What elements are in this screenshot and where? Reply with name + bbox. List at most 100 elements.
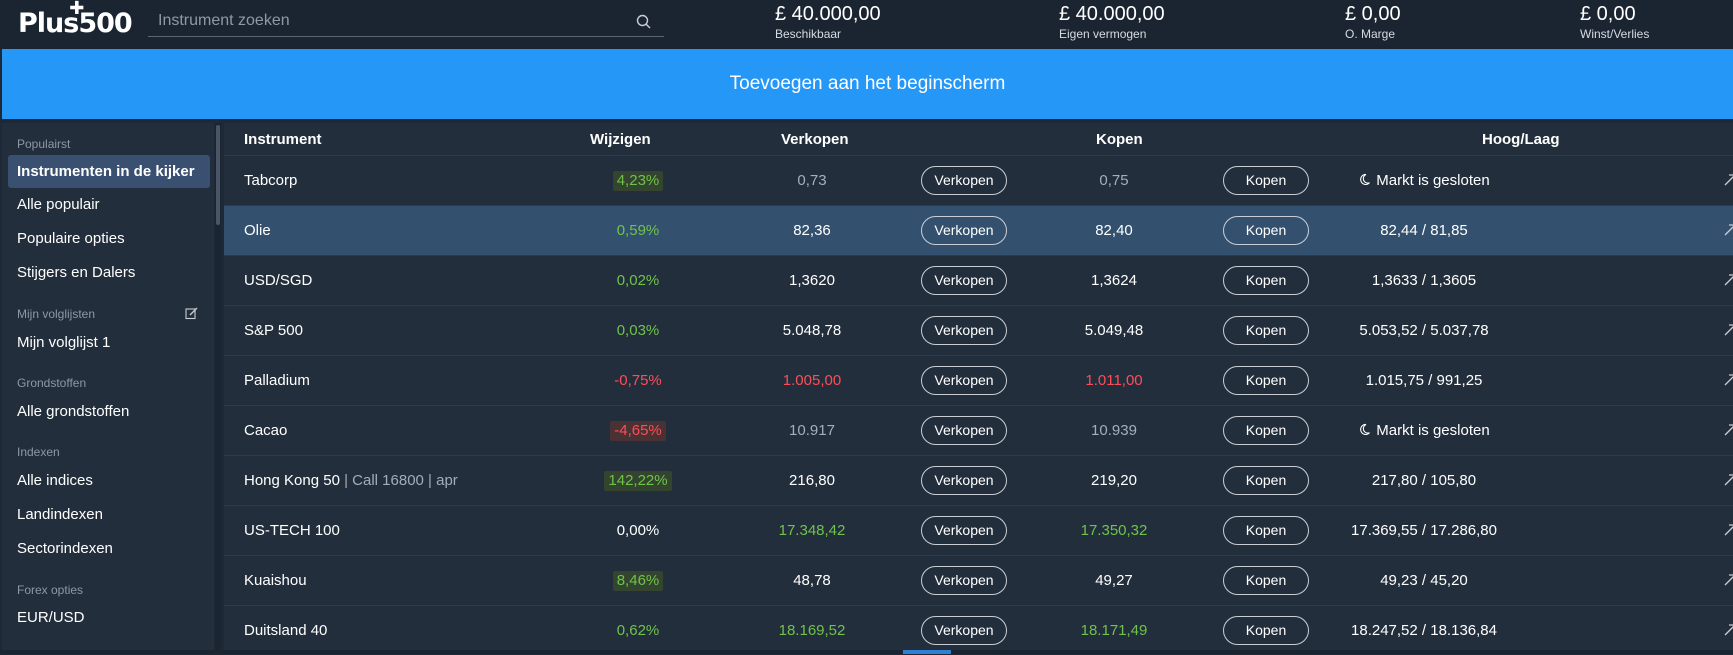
sell-button[interactable]: Verkopen — [921, 266, 1007, 295]
high-low-value: 5.053,52 / 5.037,78 — [1359, 322, 1489, 339]
add-to-homescreen-banner[interactable]: Toevoegen aan het beginscherm — [2, 49, 1733, 119]
table-row[interactable]: Cacao -4,65% 10.917 Verkopen 10.939 Kopen Mark… — [224, 405, 1733, 455]
high-low: 1,3633 / 1,3605 — [1274, 256, 1574, 305]
instrument-name-text: Kuaishou — [244, 572, 307, 589]
expand-arrow-icon[interactable] — [1724, 274, 1733, 286]
instrument-name-text: US-TECH 100 — [244, 522, 340, 539]
instrument-name[interactable]: US-TECH 100 — [244, 506, 340, 555]
sell-price: 5.048,78 — [782, 322, 842, 339]
instrument-name[interactable]: Palladium — [244, 356, 310, 405]
edit-watchlist-icon[interactable] — [185, 307, 198, 320]
high-low: 17.369,55 / 17.286,80 — [1274, 506, 1574, 555]
change-text: 0,62% — [616, 622, 660, 639]
instrument-name[interactable]: S&P 500 — [244, 306, 303, 355]
table-row[interactable]: S&P 500 0,03% 5.048,78 Verkopen 5.049,48 Kope… — [224, 305, 1733, 355]
expand-arrow-icon[interactable] — [1724, 624, 1733, 636]
column-high-low[interactable]: Hoog/Laag — [1482, 131, 1560, 148]
column-sell[interactable]: Verkopen — [781, 131, 849, 148]
buy-price: 0,75 — [1099, 172, 1129, 189]
expand-arrow-icon[interactable] — [1724, 324, 1733, 336]
sidebar-item-all-popular[interactable]: Alle populair — [17, 196, 100, 213]
sell-button[interactable]: Verkopen — [921, 466, 1007, 495]
moon-icon — [1360, 173, 1371, 185]
stat-available: £ 40.000,00 Beschikbaar — [775, 3, 881, 41]
table-row[interactable]: Tabcorp 4,23% 0,73 Verkopen 0,75 Kopen Markt i… — [224, 155, 1733, 205]
change-value: 0,62% — [590, 606, 686, 655]
expand-arrow-icon[interactable] — [1724, 574, 1733, 586]
column-change[interactable]: Wijzigen — [590, 131, 651, 148]
instrument-name[interactable]: Olie — [244, 206, 271, 255]
sell-button[interactable]: Verkopen — [921, 216, 1007, 245]
stat-profit-loss: £ 0,00 Winst/Verlies — [1580, 3, 1649, 41]
high-low: 1.015,75 / 991,25 — [1274, 356, 1574, 405]
sidebar-item-sector-indices[interactable]: Sectorindexen — [17, 540, 113, 557]
sidebar-item-country-indices[interactable]: Landindexen — [17, 506, 103, 523]
instrument-name[interactable]: Cacao — [244, 406, 287, 455]
sell-button[interactable]: Verkopen — [921, 416, 1007, 445]
sell-price: 10.917 — [789, 422, 835, 439]
market-closed-text: Markt is gesloten — [1376, 422, 1490, 439]
change-text: -4,65% — [610, 421, 666, 441]
instrument-name[interactable]: USD/SGD — [244, 256, 312, 305]
expand-arrow-icon[interactable] — [1724, 524, 1733, 536]
sidebar-item-popular-options[interactable]: Populaire opties — [17, 230, 125, 247]
table-row[interactable]: USD/SGD 0,02% 1,3620 Verkopen 1,3624 Kopen 1,3… — [224, 255, 1733, 305]
change-value: 0,59% — [590, 206, 686, 255]
sell-button[interactable]: Verkopen — [921, 566, 1007, 595]
sell-price: 82,36 — [793, 222, 831, 239]
bottom-scrollbar[interactable] — [0, 650, 1733, 654]
expand-arrow-icon[interactable] — [1724, 474, 1733, 486]
high-low-value: 1.015,75 / 991,25 — [1365, 372, 1483, 389]
sell-button[interactable]: Verkopen — [921, 516, 1007, 545]
high-low: Markt is gesloten — [1274, 156, 1574, 205]
high-low-value: 17.369,55 / 17.286,80 — [1351, 522, 1497, 539]
table-row[interactable]: Duitsland 40 0,62% 18.169,52 Verkopen 18.171… — [224, 605, 1733, 655]
search-icon[interactable] — [634, 12, 654, 32]
table-row[interactable]: Palladium -0,75% 1.005,00 Verkopen 1.011,00 K… — [224, 355, 1733, 405]
sidebar-item-risers-fallers[interactable]: Stijgers en Dalers — [17, 264, 135, 281]
stat-margin: £ 0,00 O. Marge — [1345, 3, 1401, 41]
sell-button[interactable]: Verkopen — [921, 366, 1007, 395]
sidebar-item-eur-usd[interactable]: EUR/USD — [17, 609, 85, 626]
sidebar-item-all-commodities[interactable]: Alle grondstoffen — [17, 403, 129, 420]
stat-value: £ 0,00 — [1580, 3, 1636, 25]
scroll-indicator[interactable] — [903, 650, 951, 654]
buy-price: 5.049,48 — [1084, 322, 1144, 339]
sidebar-scrollbar[interactable] — [215, 123, 221, 650]
sidebar-section-watchlists: Mijn volglijsten — [17, 307, 96, 321]
plus500-logo[interactable]: Plus ✚ 500 — [18, 0, 133, 39]
high-low: 82,44 / 81,85 — [1274, 206, 1574, 255]
sidebar-item-all-indices[interactable]: Alle indices — [17, 472, 93, 489]
sell-button[interactable]: Verkopen — [921, 616, 1007, 645]
change-value: 0,02% — [590, 256, 686, 305]
sidebar-item-watchlist-1[interactable]: Mijn volglijst 1 — [17, 334, 110, 351]
table-row[interactable]: US-TECH 100 0,00% 17.348,42 Verkopen 17.350,… — [224, 505, 1733, 555]
table-row[interactable]: Kuaishou 8,46% 48,78 Verkopen 49,27 Kopen 49,2… — [224, 555, 1733, 605]
table-header: Instrument Wijzigen Verkopen Kopen Hoog/… — [224, 123, 1733, 155]
table-row[interactable]: Hong Kong 50 | Call 16800 | apr 142,22% 21… — [224, 455, 1733, 505]
sell-price: 1,3620 — [789, 272, 835, 289]
search-box[interactable] — [148, 8, 664, 37]
instrument-name[interactable]: Duitsland 40 — [244, 606, 327, 655]
column-instrument[interactable]: Instrument — [244, 131, 322, 148]
expand-arrow-icon[interactable] — [1724, 174, 1733, 186]
column-buy[interactable]: Kopen — [1096, 131, 1143, 148]
stat-value: £ 40.000,00 — [1059, 3, 1165, 25]
change-value: 0,03% — [590, 306, 686, 355]
expand-arrow-icon[interactable] — [1724, 224, 1733, 236]
expand-arrow-icon[interactable] — [1724, 374, 1733, 386]
banner-text: Toevoegen aan het beginscherm — [729, 73, 1006, 94]
table-row[interactable]: Olie 0,59% 82,36 Verkopen 82,40 Kopen 82,44 / … — [224, 205, 1733, 255]
instrument-name[interactable]: Kuaishou — [244, 556, 307, 605]
instrument-name[interactable]: Tabcorp — [244, 156, 297, 205]
top-bar: Plus✚500 £ 40.000,00 Beschikbaar £ 40.00… — [0, 0, 1733, 49]
search-input[interactable] — [148, 8, 618, 34]
high-low: 217,80 / 105,80 — [1274, 456, 1574, 505]
expand-arrow-icon[interactable] — [1724, 424, 1733, 436]
market-closed-text: Markt is gesloten — [1376, 172, 1490, 189]
sidebar-item-featured[interactable]: Instrumenten in de kijker — [8, 155, 210, 188]
sell-button[interactable]: Verkopen — [921, 316, 1007, 345]
sell-button[interactable]: Verkopen — [921, 166, 1007, 195]
scrollbar-thumb[interactable] — [216, 125, 220, 225]
instrument-name[interactable]: Hong Kong 50 | Call 16800 | apr — [244, 456, 458, 505]
